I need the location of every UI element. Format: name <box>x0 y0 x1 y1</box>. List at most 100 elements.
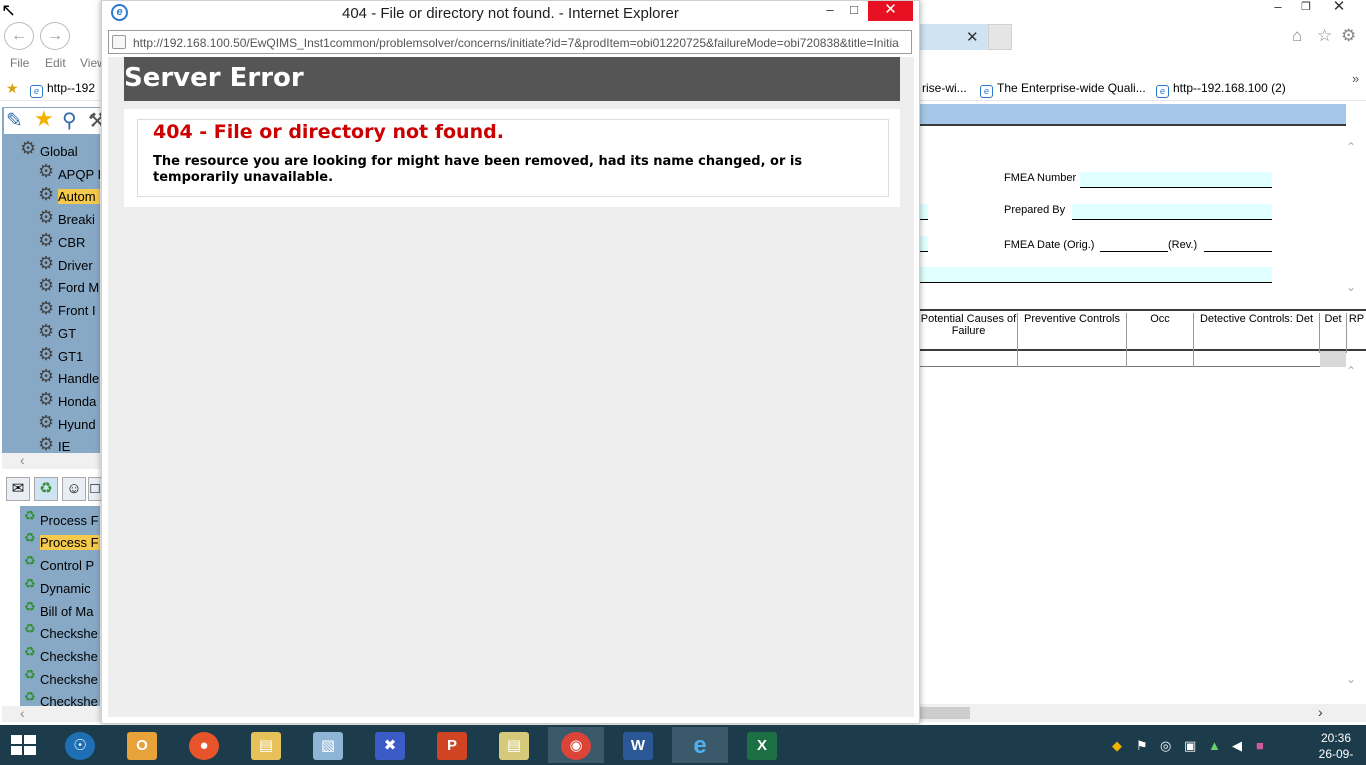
tree-item[interactable]: Handle <box>58 371 99 386</box>
taskbar-app-notes[interactable]: ▧ <box>302 727 354 763</box>
windows-start-icon[interactable] <box>8 735 38 755</box>
horizontal-scrollbar[interactable] <box>920 704 1366 722</box>
tab-close-icon[interactable]: ✕ <box>966 28 979 46</box>
taskbar-app-word[interactable]: W <box>612 727 664 763</box>
home-icon[interactable]: ⌂ <box>1292 26 1302 46</box>
flag-icon[interactable]: ⚑ <box>1136 738 1148 754</box>
dialog-minimize-button[interactable]: – <box>818 1 842 21</box>
scrollbar-thumb[interactable] <box>920 707 970 719</box>
fmea-date-rev-field[interactable] <box>1204 236 1272 252</box>
taskbar-app-safari[interactable]: ☉ <box>54 727 106 763</box>
tree-item[interactable]: Breaki <box>58 212 95 227</box>
favorite-link-2[interactable]: rise-wi... <box>922 81 967 95</box>
favorite-link-1[interactable]: e http--192 <box>30 81 95 98</box>
document-icon: ♻ <box>24 644 36 659</box>
tree-item[interactable]: GT <box>58 326 76 341</box>
favorites-overflow-icon[interactable]: » <box>1352 71 1359 86</box>
tree-item[interactable]: Driver <box>58 258 93 273</box>
prepared-by-field[interactable] <box>1072 204 1272 220</box>
document-item[interactable]: Control P <box>40 558 94 573</box>
dialog-address-bar[interactable]: http://192.168.100.50/EwQIMS_Inst1common… <box>108 30 912 54</box>
monitor-icon[interactable]: □ <box>88 477 102 501</box>
document-item[interactable]: Checkshe <box>40 672 98 687</box>
document-item-selected[interactable]: Process F <box>40 535 100 550</box>
menu-file[interactable]: File <box>10 56 29 70</box>
shield-icon[interactable]: ◆ <box>1112 738 1122 754</box>
search-icon[interactable]: ⚲ <box>62 108 77 133</box>
gear-icon: ⚙ <box>38 253 55 273</box>
network-status-icon[interactable]: ◎ <box>1160 738 1171 754</box>
error-title: 404 - File or directory not found. <box>153 121 504 143</box>
favorite-link-3-label: The Enterprise-wide Quali... <box>997 81 1146 95</box>
fmea-field-edge <box>920 204 928 220</box>
back-button[interactable]: ← <box>4 22 34 50</box>
taskbar-clock[interactable]: 20:36 26-09-2018 <box>1308 730 1364 765</box>
speaker-icon[interactable]: ◀ <box>1232 738 1242 754</box>
chevron-down-icon[interactable]: ⌄ <box>1346 672 1356 686</box>
tree-item[interactable]: Honda <box>58 394 96 409</box>
tree-item[interactable]: CBR <box>58 235 85 250</box>
document-icon: ♻ <box>24 553 36 568</box>
tree-horizontal-scrollbar[interactable]: ‹ <box>2 453 100 469</box>
gear-icon: ⚙ <box>38 389 55 409</box>
network-icon[interactable]: ▣ <box>1184 738 1196 754</box>
taskbar-app-internet-explorer[interactable]: e <box>672 727 728 763</box>
taskbar-app-outlook[interactable]: O <box>116 727 168 763</box>
gear-icon: ⚙ <box>20 138 37 158</box>
dialog-maximize-button[interactable]: □ <box>842 1 866 21</box>
notes-icon[interactable]: ✎ <box>6 108 23 133</box>
taskbar-app-explorer[interactable]: ▤ <box>240 727 292 763</box>
back-arrow-icon: ← <box>11 27 27 44</box>
outlook-icon: O <box>127 732 157 761</box>
chevron-right-icon[interactable]: › <box>1318 704 1323 720</box>
dialog-close-button[interactable]: ✕ <box>868 1 913 21</box>
tree-item[interactable]: Ford M <box>58 280 99 295</box>
tree-item[interactable]: Front I <box>58 303 96 318</box>
prepared-by-label: Prepared By <box>1004 204 1066 216</box>
document-item[interactable]: Checkshe <box>40 649 98 664</box>
tree-item-selected[interactable]: Autom <box>58 189 100 204</box>
fmea-number-field[interactable] <box>1080 172 1272 188</box>
chevron-down-icon[interactable]: ⌄ <box>1346 280 1356 294</box>
favorites-star-icon[interactable]: ☆ <box>1317 26 1332 46</box>
user-icon[interactable]: ☺ <box>62 477 86 501</box>
forward-button[interactable]: → <box>40 22 70 50</box>
taskbar-app-excel[interactable]: X <box>736 727 788 763</box>
tree-item[interactable]: GT1 <box>58 349 83 364</box>
tree-item[interactable]: IE <box>58 439 70 454</box>
star-icon[interactable]: ★ <box>34 106 54 132</box>
background-close-button[interactable]: ✕ <box>1316 0 1362 14</box>
dialog-url[interactable]: http://192.168.100.50/EwQIMS_Inst1common… <box>133 36 909 50</box>
tree-item[interactable]: APQP I <box>58 167 101 182</box>
settings-gear-icon[interactable]: ⚙ <box>1341 26 1356 46</box>
taskbar-app-powerpoint[interactable]: P <box>426 727 478 763</box>
fmea-date-orig-field[interactable] <box>1100 236 1168 252</box>
taskbar-app-folder[interactable]: ▤ <box>488 727 540 763</box>
document-item[interactable]: Bill of Ma <box>40 604 93 619</box>
folder-icon[interactable]: ✉ <box>6 477 30 501</box>
taskbar-app-chrome[interactable]: ◉ <box>548 727 604 763</box>
favorite-link-1-label: http--192 <box>47 81 96 95</box>
chrome-icon: ◉ <box>561 732 591 761</box>
menu-edit[interactable]: Edit <box>45 56 66 70</box>
document-item[interactable]: Dynamic <box>40 581 91 596</box>
tray-app-icon[interactable]: ■ <box>1256 738 1264 753</box>
tree-toolbar: ✎ ★ ⚲ ⚒ <box>4 106 106 134</box>
chevron-up-icon[interactable]: ⌃ <box>1346 364 1356 378</box>
favorites-add-icon[interactable]: ★ <box>6 80 19 97</box>
column-header: Preventive Controls <box>1018 313 1127 353</box>
document-item[interactable]: Checkshe <box>40 626 98 641</box>
recycle-icon[interactable]: ♻ <box>34 477 58 501</box>
document-list-scrollbar[interactable]: ‹ <box>2 706 100 722</box>
tree-item[interactable]: Hyund <box>58 417 96 432</box>
new-tab-button[interactable] <box>988 24 1012 50</box>
signal-icon[interactable]: ▲ <box>1208 738 1221 753</box>
fmea-description-field[interactable] <box>920 267 1272 283</box>
favorite-link-3[interactable]: e The Enterprise-wide Quali... <box>980 81 1146 98</box>
favorite-link-4[interactable]: e http--192.168.100 (2) <box>1156 81 1286 98</box>
document-item[interactable]: Process F <box>40 513 99 528</box>
tree-root-global[interactable]: Global <box>40 144 78 159</box>
taskbar-app-tool[interactable]: ✖ <box>364 727 416 763</box>
taskbar-app-firefox[interactable]: ● <box>178 727 230 763</box>
chevron-up-icon[interactable]: ⌃ <box>1346 140 1356 154</box>
